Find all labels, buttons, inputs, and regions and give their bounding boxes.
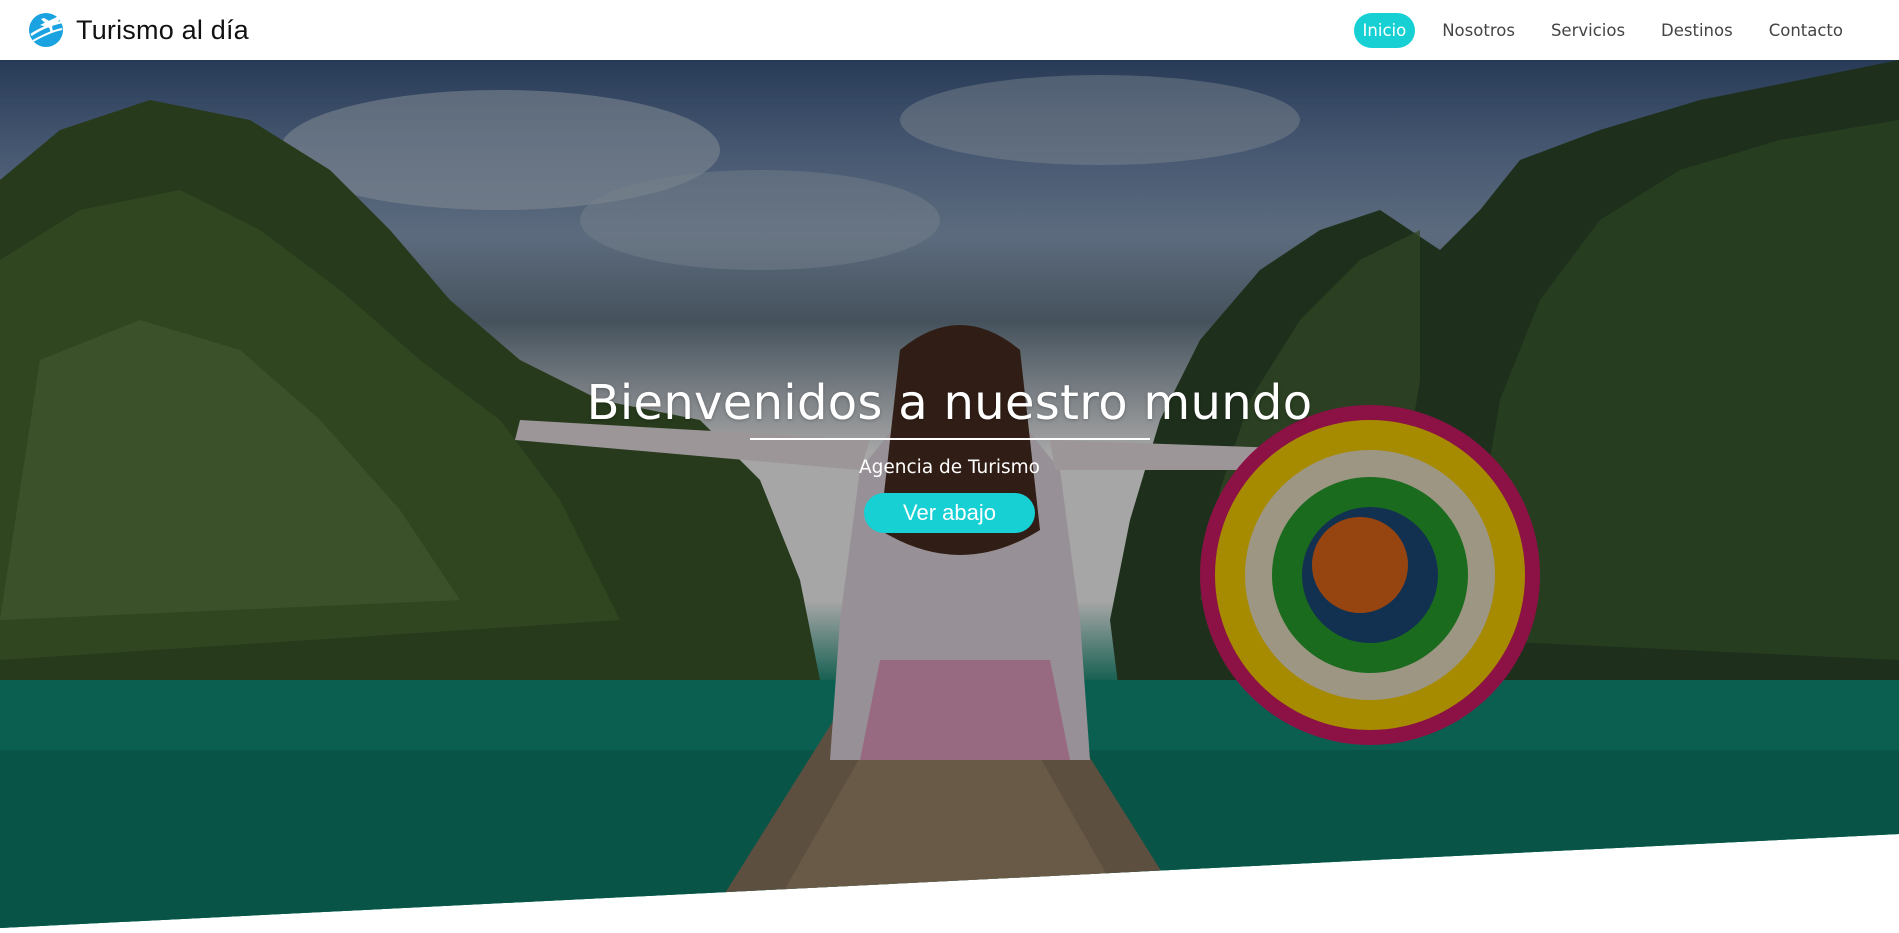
nav-nosotros[interactable]: Nosotros (1424, 13, 1533, 48)
brand-name: Turismo al día (76, 14, 249, 45)
nav-contacto[interactable]: Contacto (1751, 13, 1861, 48)
ver-abajo-button[interactable]: Ver abajo (864, 493, 1035, 533)
plane-globe-icon (26, 10, 66, 50)
hero-title: Bienvenidos a nuestro mundo (586, 375, 1313, 431)
nav-destinos[interactable]: Destinos (1643, 13, 1751, 48)
hero-divider (749, 438, 1150, 440)
hero-section: Bienvenidos a nuestro mundo Agencia de T… (0, 60, 1899, 928)
nav-servicios[interactable]: Servicios (1533, 13, 1643, 48)
main-nav: Inicio Nosotros Servicios Destinos Conta… (1353, 12, 1873, 48)
nav-inicio[interactable]: Inicio (1353, 12, 1416, 48)
brand-link[interactable]: Turismo al día (26, 10, 249, 50)
top-navbar: Turismo al día Inicio Nosotros Servicios… (0, 0, 1899, 60)
hero-content: Bienvenidos a nuestro mundo Agencia de T… (0, 372, 1899, 533)
hero-subtitle: Agencia de Turismo (859, 457, 1040, 478)
